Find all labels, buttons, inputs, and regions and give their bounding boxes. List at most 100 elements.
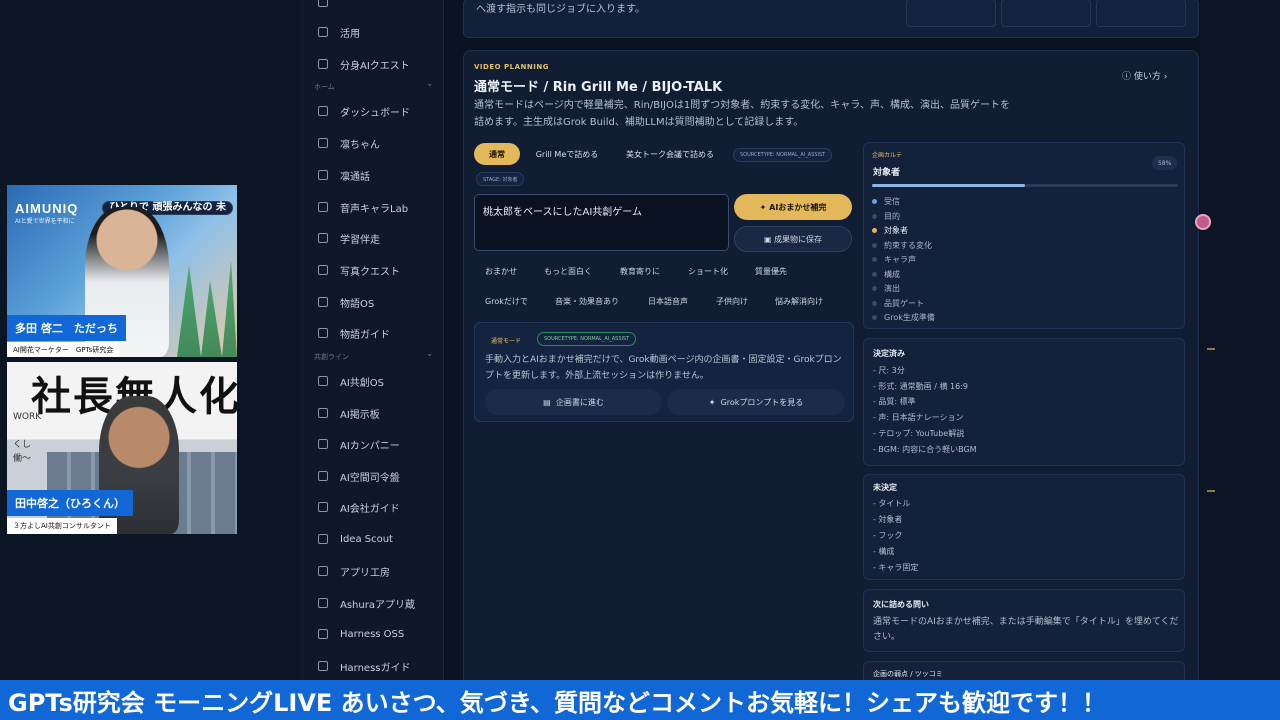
sidebar-item-harness-guide[interactable]: Harnessガイド [300, 654, 444, 678]
step-dot-icon [872, 300, 877, 306]
sidebar-item-ai-board[interactable]: AI掲示板 [300, 401, 444, 425]
building-icon [318, 439, 328, 449]
decided-item: - 形式: 通常動画 / 横 16:9 [873, 382, 968, 391]
chip-grok-only[interactable]: Grokだけで [485, 296, 528, 307]
step-dot-icon [872, 257, 877, 262]
summary-box [906, 0, 996, 27]
planning-input[interactable]: 桃太郎をベースにしたAI共創ゲーム [474, 194, 729, 251]
speaker-name: 多田 啓二 ただっち [7, 315, 126, 341]
grid-icon [318, 0, 328, 7]
sidebar-item-ai-space[interactable]: AI空間司令盤 [300, 464, 444, 488]
sidebar-item-app-workshop[interactable]: アプリ工房 [300, 559, 444, 583]
step-dot-icon [872, 228, 877, 233]
chip-educational[interactable]: 教育寄りに [620, 266, 660, 277]
sidebar-item-bunshin-quest[interactable]: 分身AIクエスト [300, 52, 444, 76]
step-dot-icon [872, 315, 877, 320]
chip-solve-problem[interactable]: 悩み解消向け [775, 296, 823, 307]
chat-icon [318, 138, 328, 148]
chip-music-sfx[interactable]: 音楽・効果音あり [555, 296, 619, 307]
mode-tab-normal[interactable]: 通常 [474, 143, 520, 165]
video-tile-tanaka: 社長無人化 WORK くし働〜 田中啓之（ひろくん） ３方よしAI共創コンサルタ… [7, 362, 237, 534]
bulb-icon [318, 534, 328, 544]
sidebar-item-idea-scout[interactable]: Idea Scout [300, 527, 444, 551]
speaker-role: ３方よしAI共創コンサルタント [7, 518, 117, 534]
mode-tab-grill-me[interactable]: Grill Meで詰める [526, 143, 608, 165]
chevron-right-icon: › [1160, 72, 1168, 82]
chip-for-kids[interactable]: 子供向け [716, 296, 748, 307]
weak-points-title: 企画の弱点 / ツッコミ [873, 670, 943, 678]
summary-box [1096, 0, 1186, 27]
step-dot-icon [872, 199, 877, 204]
sidebar-item-rin[interactable]: 凛ちゃん [300, 131, 444, 155]
book-icon [318, 328, 328, 338]
save-artifact-button[interactable]: ▣ 成果物に保存 [734, 226, 852, 252]
chip-japanese-voice[interactable]: 日本語音声 [648, 296, 688, 307]
sidebar-item-story-os[interactable]: 物語OS [300, 290, 444, 314]
undecided-item: - タイトル [873, 499, 911, 508]
step-label: 目的 [884, 211, 900, 221]
step-dot-icon [872, 213, 877, 219]
gauge-icon [318, 471, 328, 481]
sidebar-item-ai-kyoso-os[interactable]: AI共創OS [300, 369, 444, 393]
next-question-card: 次に詰める問い 通常モードのAIおまかせ補完、または手動編集で「タイトル」を埋め… [863, 589, 1185, 652]
live-ticker: GPTs研究会 モーニングLIVE あいさつ、気づき、質問などコメントお気軽に！… [0, 680, 1280, 720]
view-grok-prompt-button[interactable]: ✦ Grokプロンプトを見る [667, 389, 845, 415]
camera-icon [318, 265, 328, 275]
decided-item: - 品質: 標準 [873, 397, 916, 406]
sidebar: 活用 分身AIクエスト ホーム ダッシュボード 凛ちゃん 凛通話 音声キャラLa… [300, 0, 444, 720]
chip-shorten[interactable]: ショート化 [688, 266, 728, 277]
karte-step: 演出 [872, 283, 900, 294]
chip-quality[interactable]: 質量優先 [755, 266, 787, 277]
go-to-plan-button[interactable]: ▤ 企画書に進む [485, 389, 662, 415]
step-label: 品質ゲート [884, 298, 924, 308]
step-dot-icon [872, 242, 877, 248]
section-kyoso-line[interactable]: 共創ライン [314, 349, 434, 362]
section-home[interactable]: ホーム [314, 79, 432, 92]
sparkle-icon [318, 376, 328, 386]
sidebar-item-story-guide[interactable]: 物語ガイド [300, 321, 444, 345]
book-icon [318, 233, 328, 243]
sparkle-icon: ✦ [759, 202, 770, 212]
normal-mode-description: 手動入力とAIおまかせ補完だけで、Grok動画ページ内の企画書・固定設定・Gro… [485, 355, 842, 381]
sidebar-item-ashura[interactable]: Ashuraアプリ蔵 [300, 591, 444, 615]
ai-fill-button[interactable]: ✦ AIおまかせ補完 [734, 194, 852, 220]
sidebar-item-katsuyo[interactable]: 活用 [300, 20, 444, 44]
decided-item: - テロップ: YouTube解説 [873, 429, 965, 438]
howto-link[interactable]: ⓘ 使い方 › [1122, 69, 1167, 82]
sidebar-item-learning[interactable]: 学習伴走 [300, 226, 444, 250]
next-question-text: 通常モードのAIおまかせ補完、または手動編集で「タイトル」を埋めてください。 [873, 617, 1179, 642]
sidebar-item-photo-quest[interactable]: 写真クエスト [300, 258, 444, 282]
karte-title: 対象者 [873, 168, 901, 178]
sidebar-item-voice-lab[interactable]: 音声キャラLab [300, 195, 444, 219]
step-label: 構成 [884, 269, 900, 279]
undecided-item: - 対象者 [873, 515, 903, 524]
mode-tab-bijo-talk[interactable]: 美女トーク会議で詰める [614, 143, 726, 165]
layers-icon [318, 297, 328, 307]
box-icon [318, 598, 328, 608]
book-icon [318, 502, 328, 512]
sidebar-item-ai-company[interactable]: AIカンパニー [300, 432, 444, 456]
karte-step: キャラ声 [872, 254, 916, 265]
sidebar-item-rin-call[interactable]: 凛通話 [300, 163, 444, 187]
sidebar-item-hidden[interactable] [300, 0, 444, 14]
panel-eyebrow: VIDEO PLANNING [474, 63, 549, 71]
save-icon: ▣ [763, 234, 775, 244]
book-icon [318, 661, 328, 671]
sidebar-item-harness-oss[interactable]: Harness OSS [300, 622, 444, 646]
karte-progress-fill [872, 184, 1025, 187]
summary-box [1001, 0, 1091, 27]
chip-omakase[interactable]: おまかせ [485, 266, 517, 277]
floating-avatar-icon[interactable] [1195, 214, 1211, 230]
source-tag: SOURCETYPE: NORMAL_AI_ASSIST [537, 332, 637, 346]
step-label: 演出 [884, 284, 900, 293]
chip-more-fun[interactable]: もっと面白く [544, 266, 592, 277]
aimuniq-logo: AIMUNIQ AIと愛で世界を平和に [15, 201, 79, 225]
waveform-icon [318, 202, 328, 212]
source-tag: SOURCETYPE: NORMAL_AI_ASSIST [733, 148, 833, 162]
sidebar-item-ai-company-guide[interactable]: AI会社ガイド [300, 495, 444, 519]
karte-step: Grok生成準備 [872, 312, 935, 323]
karte-step: 品質ゲート [872, 298, 924, 309]
normal-mode-card: 通常モード SOURCETYPE: NORMAL_AI_ASSIST 手動入力と… [474, 322, 854, 422]
decided-card: 決定済み - 尺: 3分 - 形式: 通常動画 / 横 16:9 - 品質: 標… [863, 338, 1185, 466]
sidebar-item-dashboard[interactable]: ダッシュボード [300, 99, 444, 123]
